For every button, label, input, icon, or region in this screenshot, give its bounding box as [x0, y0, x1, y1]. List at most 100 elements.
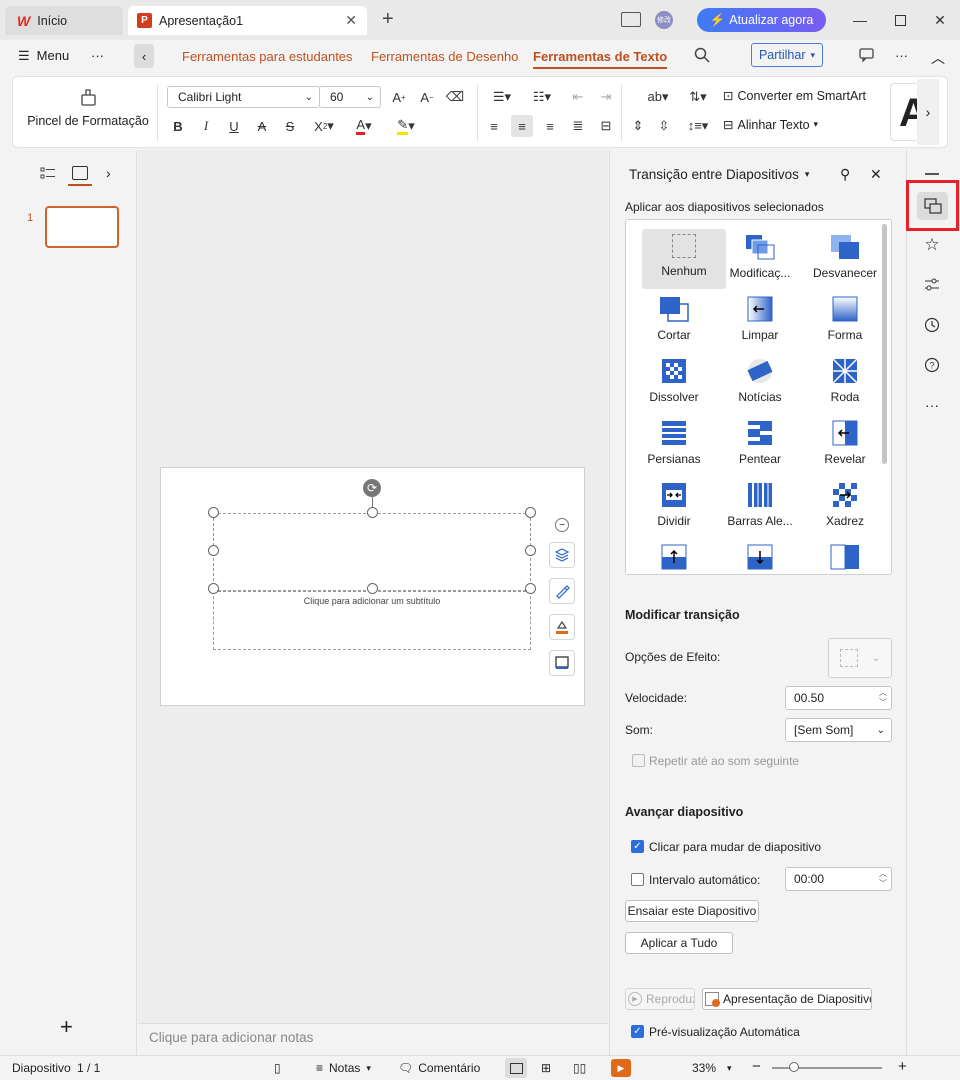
transition-reveal[interactable]: Revelar [803, 415, 887, 475]
resize-handle-ml[interactable] [208, 545, 219, 556]
distribute-icon[interactable]: ⊟ [595, 115, 617, 137]
text-direction-icon[interactable]: ⇕ [627, 115, 649, 137]
fill-color-icon[interactable] [549, 614, 575, 640]
slideshow-play-icon[interactable]: ▶ [611, 1059, 631, 1077]
gallery-scrollbar[interactable] [882, 224, 887, 464]
collapse-toolbar-icon[interactable]: − [555, 518, 569, 532]
pane-title[interactable]: Transição entre Diapositivos ▾ [629, 167, 809, 182]
comment-icon[interactable] [859, 48, 874, 62]
justify-icon[interactable]: ≣ [567, 115, 589, 137]
resize-handle-br[interactable] [525, 583, 536, 594]
effect-options-button[interactable]: ⌄ [828, 638, 892, 678]
shadow-icon[interactable]: S [279, 115, 301, 137]
align-right-icon[interactable]: ≡ [539, 115, 561, 137]
slide-view-icon[interactable] [72, 166, 88, 180]
maximize-icon[interactable] [890, 10, 910, 30]
scroll-left-button[interactable]: ‹ [134, 44, 154, 68]
transition-cut[interactable]: Cortar [632, 291, 716, 351]
search-icon[interactable] [694, 47, 710, 63]
update-button[interactable]: ⚡ Atualizar agora [697, 8, 826, 32]
convert-smartart-button[interactable]: ⊡ Converter em SmartArt [723, 88, 866, 104]
increase-font-icon[interactable]: A + [388, 86, 410, 108]
play-button[interactable]: ▶ Reproduz [625, 988, 695, 1010]
more-options-icon[interactable]: ··· [895, 48, 908, 63]
tab-drawing-tools[interactable]: Ferramentas de Desenho [371, 49, 518, 64]
font-color-icon[interactable]: A ▾ [349, 115, 379, 137]
zoom-out-icon[interactable]: − [752, 1058, 761, 1075]
pin-icon[interactable]: ⚲ [840, 166, 850, 183]
transition-random-bars[interactable]: Barras Ale... [718, 477, 802, 537]
line-spacing-icon[interactable]: ↕≡▾ [683, 115, 713, 137]
rotate-handle-icon[interactable]: ⟳ [363, 479, 381, 497]
sorter-view-icon[interactable]: ⊞ [541, 1061, 551, 1075]
character-spacing-icon[interactable]: ab▾ [643, 86, 673, 108]
notes-toggle[interactable]: ≡ Notas ▾ [316, 1061, 371, 1075]
apply-all-button[interactable]: Aplicar a Tudo [625, 932, 733, 954]
more-menu-icon[interactable]: ··· [91, 48, 104, 63]
on-click-checkbox[interactable]: ✓ [631, 840, 644, 853]
close-pane-icon[interactable]: ✕ [870, 166, 882, 183]
window-layout-icon[interactable] [621, 12, 641, 27]
normal-view-icon[interactable] [505, 1058, 527, 1078]
slideshow-button[interactable]: Apresentação de Diapositivo [702, 988, 872, 1010]
comment-toggle[interactable]: 🗨 Comentário [398, 1061, 480, 1075]
autopreview-checkbox[interactable]: ✓ [631, 1025, 644, 1038]
italic-icon[interactable]: I [195, 115, 217, 137]
resize-handle-mr[interactable] [525, 545, 536, 556]
layers-icon[interactable] [549, 542, 575, 568]
align-text-button[interactable]: ⊟ Alinhar Texto ▾ [723, 117, 818, 133]
outline-view-icon[interactable] [40, 167, 56, 180]
transition-cover-down[interactable] [718, 539, 802, 574]
resize-handle-bc[interactable] [367, 583, 378, 594]
transition-morph[interactable]: Modificaç... [718, 229, 802, 289]
title-placeholder[interactable] [213, 513, 531, 591]
decrease-font-icon[interactable]: A − [416, 86, 438, 108]
zoom-level[interactable]: 33% [692, 1061, 716, 1075]
transition-blinds[interactable]: Persianas [632, 415, 716, 475]
rail-collapse-icon[interactable] [925, 173, 939, 175]
resize-handle-tr[interactable] [525, 507, 536, 518]
zoom-slider-thumb[interactable] [789, 1062, 799, 1072]
pen-icon[interactable] [549, 578, 575, 604]
strikethrough-icon[interactable]: A [251, 115, 273, 137]
numbering-icon[interactable]: ☷▾ [527, 86, 557, 108]
history-icon[interactable] [920, 313, 944, 337]
clear-format-icon[interactable]: ⌫ [444, 86, 466, 108]
tab-home[interactable]: W Início [5, 6, 123, 35]
tab-document[interactable]: P Apresentação1 ✕ [128, 6, 367, 35]
share-button[interactable]: Partilhar ▾ [751, 43, 823, 67]
close-tab-icon[interactable]: ✕ [345, 12, 357, 29]
underline-icon[interactable]: U [223, 115, 245, 137]
add-slide-icon[interactable]: + [60, 1014, 73, 1040]
new-tab-icon[interactable]: + [382, 8, 394, 31]
avatar[interactable]: 修改 [655, 11, 673, 29]
transition-news[interactable]: Notícias [718, 353, 802, 413]
transition-page-curl[interactable] [803, 539, 887, 574]
rehearse-button[interactable]: Ensaiar este Diapositivo [625, 900, 759, 922]
columns-icon[interactable]: ⇳ [653, 115, 675, 137]
reading-view-icon[interactable]: ▯▯ [573, 1061, 586, 1075]
minimize-icon[interactable]: — [850, 10, 870, 30]
tab-text-tools[interactable]: Ferramentas de Texto [533, 49, 668, 69]
increase-indent-icon[interactable]: ⇥ [595, 86, 617, 108]
transition-icon[interactable] [917, 192, 948, 220]
close-window-icon[interactable]: ✕ [930, 10, 950, 30]
transition-none[interactable]: Nenhum [642, 229, 726, 289]
chevron-right-icon[interactable]: › [106, 165, 111, 181]
menu-button[interactable]: ☰ Menu [18, 48, 69, 64]
auto-advance-input[interactable]: 00:00 ︿ ﹀ [785, 867, 892, 891]
transition-comb[interactable]: Pentear [718, 415, 802, 475]
transition-cover-up[interactable] [632, 539, 716, 574]
spinner-icon[interactable]: ︿ ﹀ [879, 688, 887, 708]
transition-split[interactable]: Dividir [632, 477, 716, 537]
chevron-down-icon[interactable]: ▾ [727, 1063, 732, 1074]
sort-icon[interactable]: ⇅▾ [683, 86, 713, 108]
decrease-indent-icon[interactable]: ⇤ [567, 86, 589, 108]
transition-wipe[interactable]: Limpar [718, 291, 802, 351]
spinner-icon[interactable]: ︿ ﹀ [879, 869, 887, 889]
font-size-select[interactable]: 60 ⌄ [319, 86, 381, 108]
transition-checkerboard[interactable]: Xadrez [803, 477, 887, 537]
tab-student-tools[interactable]: Ferramentas para estudantes [182, 49, 353, 64]
transition-dissolve[interactable]: Dissolver [632, 353, 716, 413]
auto-advance-checkbox[interactable] [631, 873, 644, 886]
